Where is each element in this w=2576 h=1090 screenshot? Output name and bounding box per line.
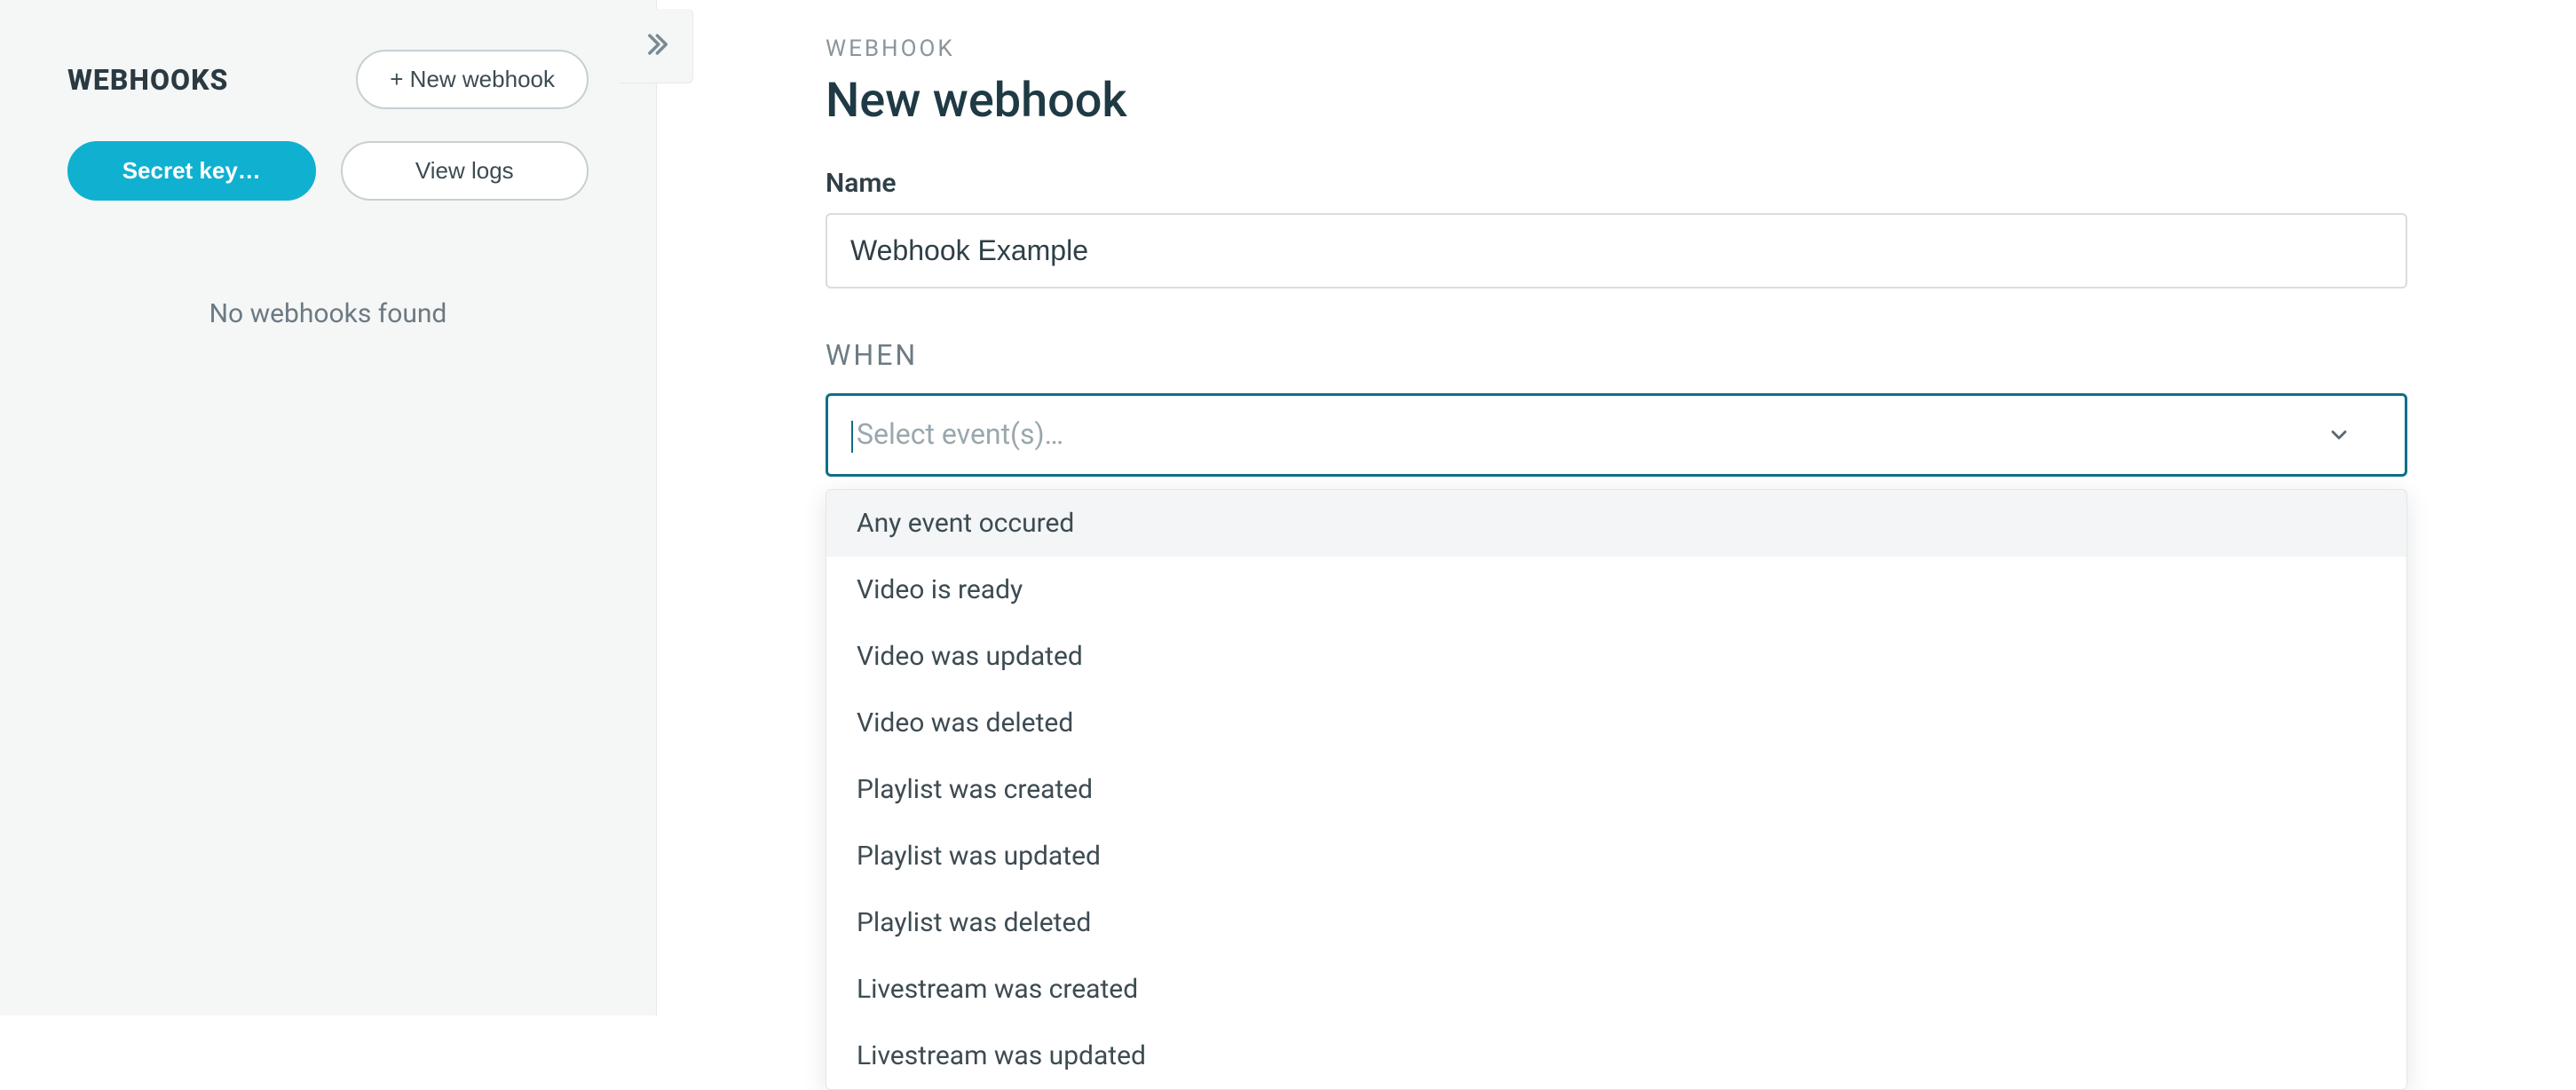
event-option[interactable]: Video was updated <box>826 623 2406 690</box>
new-webhook-button[interactable]: + New webhook <box>356 50 589 109</box>
name-field-label: Name <box>826 168 2407 199</box>
main-content: WEBHOOK New webhook Name WHEN Select eve… <box>657 0 2576 1015</box>
event-option[interactable]: Playlist was updated <box>826 823 2406 889</box>
sidebar-header: WEBHOOKS + New webhook <box>67 50 589 109</box>
name-input[interactable] <box>826 213 2407 288</box>
event-select-placeholder: Select event(s)… <box>851 417 1063 453</box>
event-option[interactable]: Video was deleted <box>826 690 2406 756</box>
event-dropdown: Any event occuredVideo is readyVideo was… <box>826 489 2407 1090</box>
collapse-sidebar-button[interactable] <box>619 9 693 83</box>
event-option[interactable]: Video is ready <box>826 557 2406 623</box>
event-option[interactable]: Playlist was created <box>826 756 2406 823</box>
view-logs-button[interactable]: View logs <box>341 141 589 201</box>
event-option[interactable]: Playlist was deleted <box>826 889 2406 956</box>
chevron-double-right-icon <box>641 29 671 63</box>
event-select-wrapper: Select event(s)… Any event occuredVideo … <box>826 393 2407 477</box>
secret-key-button[interactable]: Secret key… <box>67 141 316 201</box>
empty-state-text: No webhooks found <box>67 298 589 329</box>
event-option[interactable]: Any event occured <box>826 490 2406 557</box>
sidebar-actions: Secret key… View logs <box>67 141 589 201</box>
when-section-label: WHEN <box>826 338 2407 372</box>
event-placeholder-text: Select event(s)… <box>857 417 1063 451</box>
chevron-down-icon <box>2327 423 2351 447</box>
text-cursor <box>851 421 853 453</box>
sidebar: WEBHOOKS + New webhook Secret key… View … <box>0 0 657 1015</box>
event-select-input[interactable]: Select event(s)… <box>826 393 2407 477</box>
sidebar-title: WEBHOOKS <box>67 63 228 97</box>
event-option[interactable]: Livestream was created <box>826 956 2406 1023</box>
page-eyebrow: WEBHOOK <box>826 36 2407 62</box>
page-title: New webhook <box>826 73 2407 129</box>
app-root: WEBHOOKS + New webhook Secret key… View … <box>0 0 2576 1015</box>
event-option[interactable]: Livestream was updated <box>826 1023 2406 1089</box>
